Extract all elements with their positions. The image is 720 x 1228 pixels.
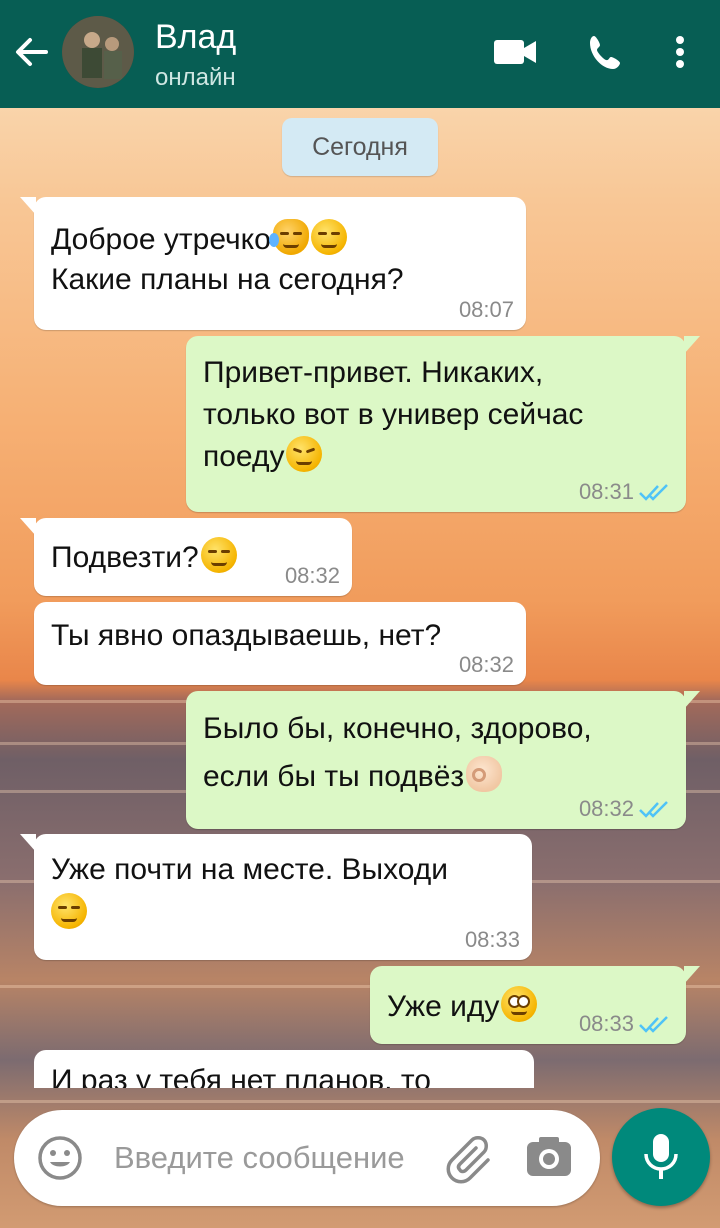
message-time: 08:32 — [579, 797, 674, 821]
read-ticks-icon — [639, 1016, 668, 1033]
mic-icon — [644, 1134, 678, 1179]
message-text: Было бы, конечно, здорово, если бы ты по… — [203, 712, 592, 793]
message-incoming[interactable]: Ты явно опаздываешь, нет? 08:32 — [34, 602, 526, 685]
chat-header: Влад онлайн — [0, 0, 720, 108]
bubble-tail — [20, 518, 36, 536]
smirk-emoji-icon — [200, 537, 237, 573]
message-time: 08:33 — [464, 927, 520, 952]
smirk-emoji-icon — [310, 219, 347, 255]
message-outgoing[interactable]: Уже иду 08:33 — [370, 966, 700, 1044]
message-time: 08:31 — [579, 480, 674, 504]
bubble-tail — [20, 834, 36, 852]
read-ticks-icon — [639, 801, 668, 818]
bubble-tail — [684, 691, 700, 709]
more-vert-icon[interactable] — [662, 30, 698, 74]
message-composer — [14, 1110, 600, 1206]
message-time: 08:33 — [579, 1012, 674, 1036]
message-text: Доброе утречко Какие планы на сегодня? — [51, 219, 404, 300]
message-outgoing[interactable]: Было бы, конечно, здорово, если бы ты по… — [186, 691, 700, 829]
weary-emoji-icon — [286, 436, 323, 472]
message-incoming-partial[interactable]: И раз у тебя нет планов, то — [34, 1050, 534, 1088]
ok-hand-emoji-icon — [466, 756, 503, 792]
bubble-tail — [684, 966, 700, 984]
joy-cat-emoji-icon — [268, 219, 309, 255]
date-chip: Сегодня — [282, 118, 438, 176]
message-outgoing[interactable]: Привет-привет. Никаких, только вот в уни… — [186, 336, 700, 512]
message-incoming[interactable]: Уже почти на месте. Выходи 08:33 — [20, 834, 532, 960]
contact-name[interactable]: Влад — [155, 18, 236, 57]
message-text: Ты явно опаздываешь, нет? — [51, 619, 442, 652]
message-time: 08:32 — [284, 563, 340, 588]
message-time: 08:07 — [458, 297, 514, 322]
wallpaper-wave — [0, 1100, 720, 1103]
bubble-tail — [684, 336, 700, 354]
back-arrow-icon[interactable] — [10, 30, 54, 74]
emoji-icon[interactable] — [36, 1134, 84, 1182]
phone-icon[interactable] — [582, 30, 632, 74]
message-incoming[interactable]: Подвезти? 08:32 — [20, 518, 352, 596]
message-text: Привет-привет. Никаких, только вот в уни… — [203, 356, 584, 473]
avatar[interactable] — [62, 16, 134, 88]
contact-status: онлайн — [155, 64, 236, 91]
message-text: Уже почти на месте. Выходи — [51, 848, 448, 936]
flushed-emoji-icon — [501, 986, 538, 1022]
bubble-tail — [20, 197, 36, 215]
message-text: Уже иду — [387, 986, 538, 1027]
smirk-emoji-icon — [51, 893, 87, 929]
video-call-icon[interactable] — [490, 30, 540, 74]
camera-icon[interactable] — [524, 1132, 574, 1182]
message-text: И раз у тебя нет планов, то — [51, 1064, 431, 1088]
read-ticks-icon — [639, 484, 668, 501]
message-incoming[interactable]: Доброе утречко Какие планы на сегодня? 08… — [20, 197, 526, 330]
message-time: 08:32 — [458, 652, 514, 677]
attach-icon[interactable] — [442, 1130, 502, 1186]
message-input[interactable] — [114, 1136, 454, 1180]
message-text: Подвезти? — [51, 537, 237, 578]
mic-button[interactable] — [612, 1108, 710, 1206]
